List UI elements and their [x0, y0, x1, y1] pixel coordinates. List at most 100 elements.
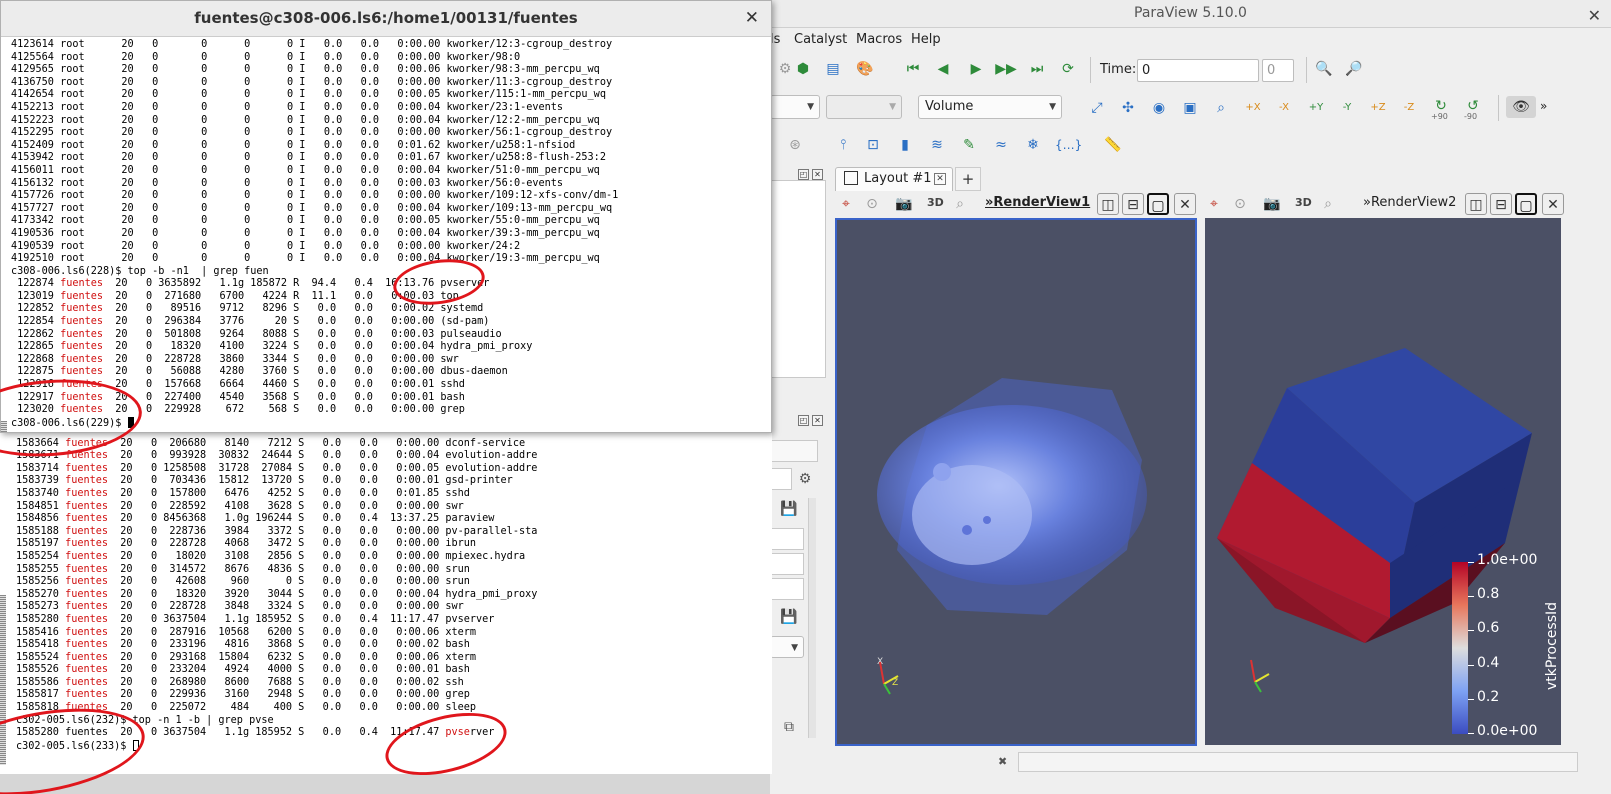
- ruler-icon[interactable]: 📏: [1102, 134, 1124, 156]
- zoom-closest-icon[interactable]: ◉: [1148, 97, 1170, 119]
- variable-combo[interactable]: ▼: [770, 95, 820, 119]
- close-tab-icon[interactable]: ✕: [934, 173, 946, 185]
- set-view-plus-y-icon[interactable]: +Y: [1305, 97, 1327, 119]
- loop-icon[interactable]: ⟳: [1057, 58, 1079, 80]
- gear-icon[interactable]: ⚙: [794, 468, 816, 490]
- reset-camera-icon[interactable]: ⤢: [1086, 97, 1108, 119]
- terminal-line: 122852 fuentes 20 0 89516 9712 8296 S 0.…: [11, 303, 769, 316]
- add-layout-button[interactable]: +: [955, 167, 981, 191]
- menu-help[interactable]: Help: [911, 32, 941, 47]
- plot-data-icon[interactable]: ≋: [926, 134, 948, 156]
- split-vertical-icon[interactable]: ⊟: [1122, 193, 1144, 215]
- close-icon[interactable]: ✕: [1588, 3, 1601, 29]
- properties-scrollbar[interactable]: [808, 498, 816, 738]
- toolbar-overflow-icon[interactable]: »: [1540, 99, 1547, 113]
- zoom-selection-icon[interactable]: ⌕: [1210, 97, 1232, 119]
- select-points-icon[interactable]: ⊙: [1229, 193, 1251, 215]
- toggle-3d-button[interactable]: 3D: [927, 196, 944, 209]
- close-icon[interactable]: ✖: [998, 755, 1007, 768]
- save-icon[interactable]: 💾: [778, 606, 800, 628]
- maximize-icon[interactable]: ▢: [1515, 193, 1537, 215]
- capture-selection-icon[interactable]: ⌖: [835, 193, 857, 215]
- legend-tick: [1468, 630, 1474, 631]
- close-panel-icon[interactable]: ✕: [812, 415, 823, 426]
- process-info: 20 0 227400 4540 3568 S 0.0 0.0 0:00.01 …: [103, 391, 465, 403]
- first-frame-icon[interactable]: ⏮: [902, 58, 924, 80]
- camera-icon[interactable]: 📷: [893, 193, 915, 215]
- capture-selection-icon[interactable]: ⌖: [1203, 193, 1225, 215]
- user: fuentes: [65, 651, 109, 663]
- edit-icon[interactable]: ✎: [958, 134, 980, 156]
- properties-apply-button[interactable]: [770, 440, 818, 462]
- terminal-line: 1585255 fuentes 20 0 314572 8676 4836 S …: [16, 564, 768, 577]
- camera-icon[interactable]: 📷: [1261, 193, 1283, 215]
- divider: [1306, 57, 1307, 83]
- time-input[interactable]: 0: [1137, 59, 1259, 82]
- pid: 4173342: [11, 215, 54, 227]
- set-view-plus-z-icon[interactable]: +Z: [1367, 97, 1389, 119]
- save-icon[interactable]: 💾: [778, 498, 800, 520]
- zoom-plus-icon[interactable]: 🔎: [1343, 58, 1365, 80]
- zoom-icon[interactable]: ⌕: [1317, 193, 1339, 215]
- close-icon[interactable]: ✕: [745, 1, 759, 35]
- split-horizontal-icon[interactable]: ◫: [1465, 193, 1487, 215]
- renderview2-canvas[interactable]: [1205, 218, 1561, 745]
- undock-icon[interactable]: ◰: [798, 169, 809, 180]
- menu-catalyst[interactable]: Catalyst: [794, 32, 847, 47]
- split-horizontal-icon[interactable]: ◫: [1097, 193, 1119, 215]
- component-combo[interactable]: ▼: [826, 95, 902, 119]
- terminal-line: 1585256 fuentes 20 0 42608 960 0 S 0.0 0…: [16, 576, 768, 589]
- maximize-icon[interactable]: ▢: [1147, 193, 1169, 215]
- property-field[interactable]: [770, 553, 804, 575]
- user: root: [60, 101, 104, 113]
- property-combo[interactable]: ▼: [770, 636, 804, 658]
- palette-icon[interactable]: 🎨: [854, 58, 876, 80]
- user: fuentes: [65, 550, 109, 562]
- time-index-spinbox[interactable]: 0: [1262, 59, 1294, 82]
- last-frame-icon[interactable]: ⏭: [1026, 58, 1048, 80]
- close-panel-icon[interactable]: ✕: [812, 169, 823, 180]
- user: root: [60, 152, 104, 164]
- find-data-icon[interactable]: ⊛: [784, 134, 806, 156]
- zoom-icon[interactable]: ⌕: [949, 193, 971, 215]
- zoom-icon[interactable]: 🔍: [1313, 58, 1335, 80]
- representation-combo[interactable]: Volume ▼: [918, 95, 1062, 119]
- server-icon[interactable]: ⬢: [792, 58, 814, 80]
- split-vertical-icon[interactable]: ⊟: [1490, 193, 1512, 215]
- line-chart-icon[interactable]: ≈: [990, 134, 1012, 156]
- previous-frame-icon[interactable]: ◀: [932, 58, 954, 80]
- renderview1-canvas[interactable]: X Z: [835, 218, 1197, 746]
- copy-icon[interactable]: ⧉: [778, 716, 800, 738]
- plot-over-line-icon[interactable]: ⊡: [862, 134, 884, 156]
- settings-icon[interactable]: ▤: [822, 58, 844, 80]
- interaction-mode-icon[interactable]: 👁: [1506, 96, 1536, 118]
- property-field[interactable]: [770, 528, 804, 550]
- zoom-box-icon[interactable]: ▣: [1179, 97, 1201, 119]
- set-view-minus-z-icon[interactable]: -Z: [1398, 97, 1420, 119]
- select-points-icon[interactable]: ⊙: [861, 193, 883, 215]
- snowflake-icon[interactable]: ❄: [1022, 134, 1044, 156]
- user: root: [60, 51, 104, 63]
- search-field[interactable]: [770, 468, 792, 490]
- undock-icon[interactable]: ◰: [798, 415, 809, 426]
- property-field[interactable]: [770, 578, 804, 600]
- close-view-icon[interactable]: ✕: [1174, 193, 1196, 215]
- play-icon[interactable]: ▶: [965, 58, 987, 80]
- color-legend-bar: [1452, 562, 1468, 734]
- set-view-plus-x-icon[interactable]: +X: [1242, 97, 1264, 119]
- histogram-icon[interactable]: ▮: [894, 134, 916, 156]
- next-frame-icon[interactable]: ▶▶: [995, 58, 1017, 80]
- terminal-foreground[interactable]: fuentes@c308-006.ls6:/home1/00131/fuente…: [0, 0, 772, 433]
- tab-layout-1[interactable]: Layout #1 ✕: [835, 167, 953, 191]
- menu-macros[interactable]: Macros: [856, 32, 902, 47]
- toggle-3d-button[interactable]: 3D: [1295, 196, 1312, 209]
- close-view-icon[interactable]: ✕: [1542, 193, 1564, 215]
- probe-icon[interactable]: ⫯: [832, 134, 854, 156]
- set-view-minus-x-icon[interactable]: -X: [1273, 97, 1295, 119]
- python-braces-icon[interactable]: {…}: [1055, 134, 1082, 156]
- pipeline-browser-panel[interactable]: [770, 180, 826, 378]
- zoom-to-data-icon[interactable]: ✣: [1117, 97, 1139, 119]
- set-view-minus-y-icon[interactable]: -Y: [1336, 97, 1358, 119]
- pid: 1585256: [16, 576, 59, 588]
- process-info: 20 0 157800 6476 4252 S 0.0 0.0 0:01.85 …: [108, 487, 470, 499]
